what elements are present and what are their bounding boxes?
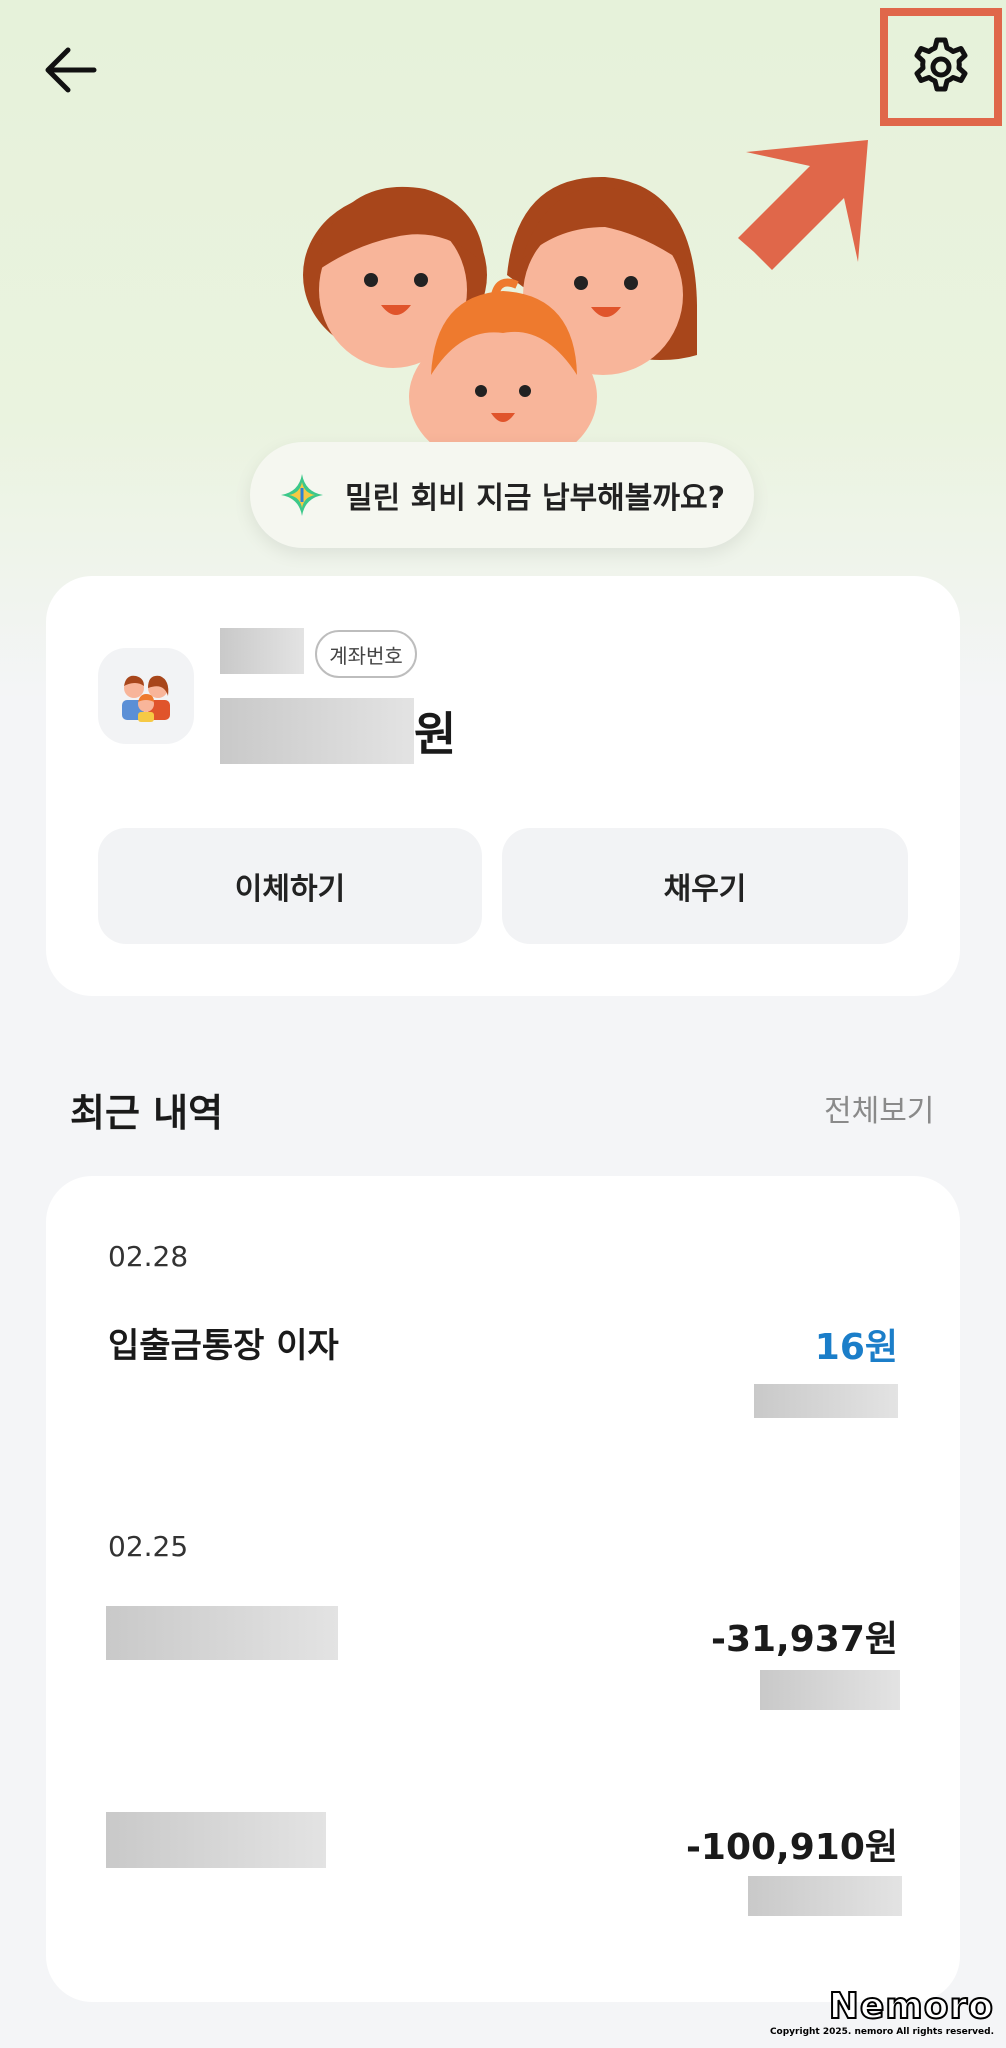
- account-avatar: [98, 648, 194, 744]
- recent-history-title: 최근 내역: [70, 1091, 224, 1135]
- balance-currency: 원: [414, 707, 457, 761]
- transaction-amount: -100,910원: [685, 1827, 898, 1868]
- family-illustration: [303, 176, 697, 465]
- fill-button[interactable]: 채우기: [502, 828, 908, 944]
- back-button[interactable]: [30, 30, 110, 110]
- transaction-amount: 16원: [814, 1327, 898, 1368]
- transaction-balance-redacted: [760, 1670, 900, 1710]
- watermark-logo: Nemoro: [828, 1985, 994, 2028]
- view-all-link[interactable]: 전체보기: [824, 1086, 934, 1130]
- sparkle-icon: [281, 474, 324, 516]
- watermark-copyright: Copyright 2025. nemoro All rights reserv…: [769, 2027, 994, 2037]
- transaction-date: 02.28: [108, 1240, 189, 1273]
- transaction-title-redacted[interactable]: [106, 1606, 338, 1660]
- transaction-balance-redacted: [748, 1876, 902, 1916]
- watermark: Nemoro Copyright 2025. nemoro All rights…: [769, 1985, 994, 2037]
- transaction-date: 02.25: [108, 1530, 189, 1563]
- overdue-fee-banner[interactable]: 밀린 회비 지금 납부해볼까요?: [250, 442, 754, 548]
- transfer-button[interactable]: 이체하기: [98, 828, 482, 944]
- annotation-arrow-icon: [738, 140, 868, 270]
- account-number-badge[interactable]: 계좌번호: [315, 630, 417, 678]
- family-icon: [122, 675, 170, 722]
- settings-gear-icon: [914, 37, 968, 92]
- account-name-redacted: [220, 628, 304, 674]
- transaction-title-redacted[interactable]: [106, 1812, 326, 1868]
- banner-text: 밀린 회비 지금 납부해볼까요?: [345, 481, 725, 516]
- back-arrow-icon: [45, 47, 97, 93]
- transaction-title[interactable]: 입출금통장 이자: [108, 1318, 339, 1367]
- transaction-balance-redacted: [754, 1384, 898, 1418]
- account-balance-redacted: [220, 698, 414, 764]
- settings-button[interactable]: [880, 8, 1002, 126]
- transaction-amount: -31,937원: [711, 1619, 898, 1660]
